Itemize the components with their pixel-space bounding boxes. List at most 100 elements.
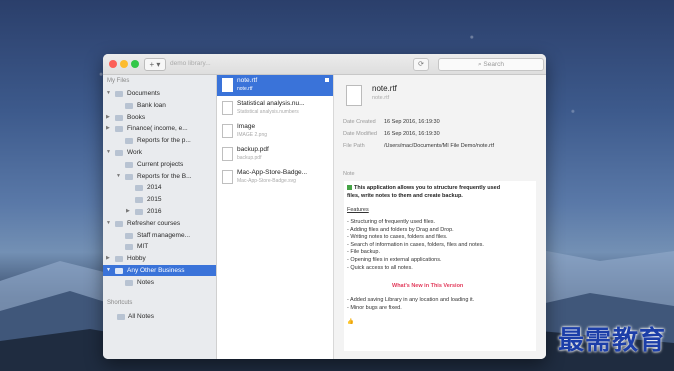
- feature-line: - Quick access to all notes.: [347, 264, 413, 271]
- disclosure-collapsed-icon[interactable]: ▶: [126, 206, 130, 217]
- sidebar-item[interactable]: Staff manageme...: [103, 230, 216, 241]
- sidebar-item-label: Current projects: [137, 160, 184, 168]
- sidebar-item[interactable]: Bank loan: [103, 100, 216, 111]
- change-line: - Added saving Library in any location a…: [347, 297, 475, 303]
- add-button[interactable]: + ▾: [144, 58, 166, 71]
- sidebar-item[interactable]: ▶ 2016: [103, 206, 216, 217]
- sidebar: My Files ▼ Documents Bank loan ▶ Books ▶ Finan…: [103, 75, 217, 359]
- sidebar-item-label: Work: [127, 149, 143, 156]
- whats-new-heading: What's New in This Version: [392, 283, 464, 289]
- thumbs-up-icon: 👍: [347, 319, 354, 325]
- minimize-window-button[interactable]: [120, 60, 128, 68]
- file-icon: [222, 101, 233, 115]
- sidebar-item[interactable]: ▼ Work: [103, 147, 216, 158]
- shortcut-all-notes[interactable]: All Notes: [103, 311, 216, 322]
- feature-line: - Opening files in external applications…: [347, 257, 442, 263]
- sidebar-item-label: Finance( income, e...: [127, 125, 188, 133]
- sync-button[interactable]: ⟳: [413, 58, 429, 71]
- sidebar-item[interactable]: ▼ Any Other Business: [103, 265, 216, 276]
- file-icon: [222, 147, 233, 161]
- note-intro-line-2: files, write notes to them and create ba…: [347, 193, 463, 199]
- folder-icon: [135, 197, 143, 204]
- file-list-item[interactable]: note.rtf note.rtf: [217, 75, 333, 96]
- folder-icon: [125, 232, 133, 239]
- file-list-item[interactable]: Statistical analysis.nu... Statistical an…: [217, 98, 333, 119]
- marker-icon: [325, 78, 329, 82]
- sidebar-item-label: 2016: [147, 208, 162, 215]
- folder-icon: [115, 268, 123, 274]
- folder-icon: [125, 279, 133, 286]
- change-line: - Minor bugs are fixed.: [347, 304, 402, 311]
- sidebar-item[interactable]: ▼ Refresher courses: [103, 218, 216, 229]
- file-subtitle: Mac-App-Store-Badge.svg: [237, 178, 296, 184]
- file-icon: [222, 78, 233, 92]
- file-name: Mac-App-Store-Badge...: [237, 169, 308, 176]
- sidebar-item-label: 2014: [147, 184, 162, 192]
- sidebar-item[interactable]: ▼ Documents: [103, 88, 216, 99]
- disclosure-collapsed-icon[interactable]: ▶: [106, 112, 110, 123]
- sidebar-item[interactable]: 2015: [103, 194, 216, 205]
- sidebar-item-label: Hobby: [127, 255, 146, 263]
- detail-title: note.rtf: [372, 84, 397, 93]
- disclosure-expanded-icon[interactable]: ▼: [106, 147, 111, 158]
- folder-icon: [115, 220, 123, 227]
- sidebar-item-label: Books: [127, 113, 146, 121]
- sidebar-item[interactable]: ▶ Hobby: [103, 253, 216, 264]
- app-window: + ▾ demo library... ⟳ ⌕ Search My Files …: [103, 54, 546, 359]
- sidebar-item[interactable]: Notes: [103, 277, 216, 288]
- file-name: Statistical analysis.nu...: [237, 100, 305, 107]
- search-placeholder: Search: [483, 61, 505, 68]
- note-intro-1-text: This application allows you to structure…: [354, 185, 501, 191]
- search-field[interactable]: ⌕ Search: [438, 58, 544, 71]
- feature-line: - Search of information in cases, folder…: [347, 241, 484, 248]
- sidebar-item-label: MIT: [137, 243, 149, 251]
- shortcut-label: All Notes: [128, 313, 155, 320]
- file-path-value: /Users/mac/Documents/MI File Demo/note.r…: [384, 143, 495, 149]
- sidebar-item-label: Any Other Business: [127, 267, 185, 274]
- sidebar-item[interactable]: MIT: [103, 241, 216, 252]
- feature-line: - Adding files and folders by Drag and D…: [347, 226, 454, 233]
- zoom-window-button[interactable]: [131, 60, 139, 68]
- disclosure-expanded-icon[interactable]: ▼: [106, 265, 111, 276]
- folder-icon: [117, 314, 125, 320]
- folder-icon: [115, 91, 123, 97]
- sidebar-item[interactable]: ▼ Reports for the B...: [103, 171, 216, 182]
- library-path: demo library...: [170, 60, 211, 67]
- sidebar-item[interactable]: Reports for the p...: [103, 135, 216, 146]
- file-list-item[interactable]: backup.pdf backup.pdf: [217, 144, 333, 165]
- detail-pane: note.rtf note.rtf Date Created 16 Sep 20…: [334, 75, 546, 359]
- sidebar-item[interactable]: Current projects: [103, 159, 216, 170]
- sidebar-item[interactable]: 2014: [103, 182, 216, 193]
- close-window-button[interactable]: [109, 60, 117, 68]
- disclosure-collapsed-icon[interactable]: ▶: [106, 123, 110, 134]
- disclosure-expanded-icon[interactable]: ▼: [106, 218, 111, 229]
- file-subtitle: IMAGE 2.png: [237, 132, 268, 138]
- file-list-item[interactable]: Image IMAGE 2.png: [217, 121, 333, 142]
- my-files-heading: My Files: [107, 78, 130, 84]
- file-icon: [222, 170, 233, 184]
- sidebar-item[interactable]: ▶ Books: [103, 112, 216, 123]
- date-modified-value: 16 Sep 2016, 16:19:30: [384, 131, 440, 137]
- note-editor[interactable]: This application allows you to structure…: [344, 181, 536, 351]
- detail-subtitle: note.rtf: [372, 95, 390, 101]
- folder-icon: [115, 126, 123, 133]
- folder-icon: [125, 138, 133, 145]
- title-bar: + ▾ demo library... ⟳ ⌕ Search: [103, 54, 546, 75]
- note-label: Note: [343, 171, 355, 177]
- disclosure-expanded-icon[interactable]: ▼: [116, 171, 121, 182]
- file-subtitle: backup.pdf: [237, 155, 262, 161]
- disclosure-expanded-icon[interactable]: ▼: [106, 88, 111, 99]
- file-list-item[interactable]: Mac-App-Store-Badge... Mac-App-Store-Badg…: [217, 167, 333, 188]
- file-name: note.rtf: [237, 77, 258, 84]
- disclosure-collapsed-icon[interactable]: ▶: [106, 253, 110, 264]
- sidebar-item-label: Notes: [137, 278, 154, 286]
- file-icon: [222, 124, 233, 138]
- file-path-label: File Path: [343, 143, 365, 149]
- sidebar-item-label: Staff manageme...: [137, 231, 190, 239]
- sidebar-item-label: 2015: [147, 196, 162, 204]
- file-subtitle: Statistical analysis.numbers: [237, 109, 299, 115]
- date-created-value: 16 Sep 2016, 16:19:30: [384, 119, 440, 125]
- sidebar-item[interactable]: ▶ Finance( income, e...: [103, 123, 216, 134]
- file-name: Image: [237, 123, 256, 130]
- sync-icon: ⟳: [418, 61, 424, 68]
